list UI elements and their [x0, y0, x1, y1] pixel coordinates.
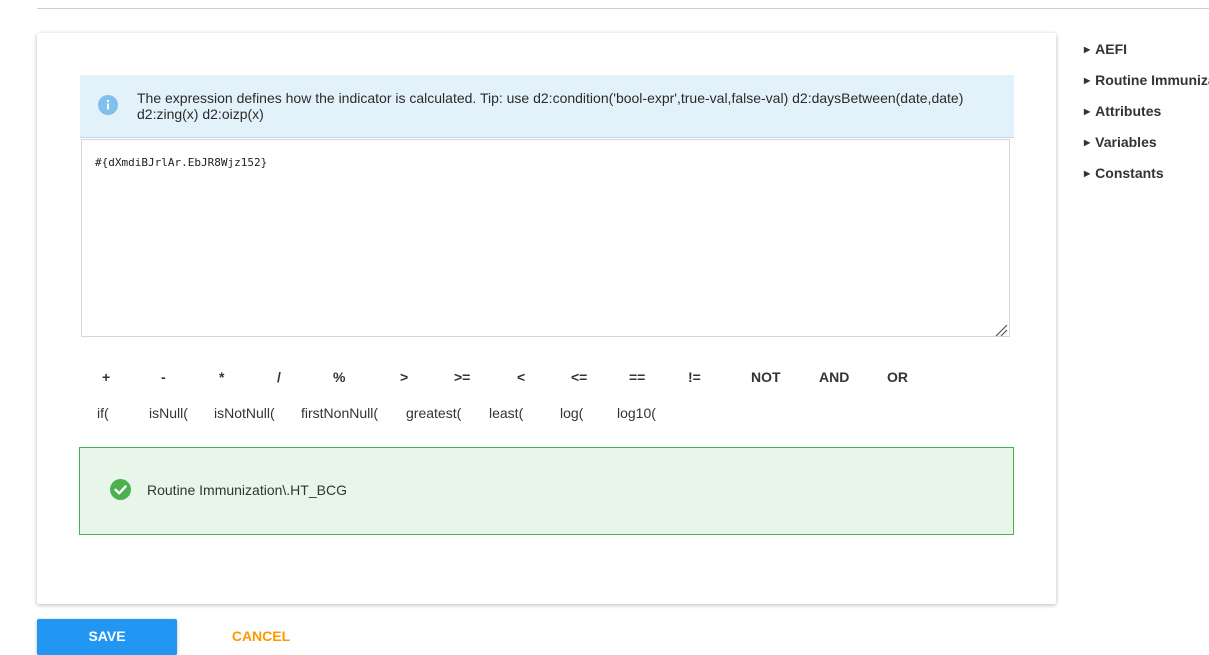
validation-text: Routine Immunization\.HT_BCG	[147, 482, 347, 498]
operator-eq[interactable]: ==	[629, 369, 645, 385]
function-isnotnull[interactable]: isNotNull(	[214, 405, 275, 421]
sidebar-item-label: Attributes	[1095, 103, 1162, 119]
check-circle-icon	[110, 479, 131, 500]
info-banner: The expression defines how the indicator…	[80, 75, 1014, 138]
function-buttons: if( isNull( isNotNull( firstNonNull( gre…	[87, 405, 787, 425]
save-button[interactable]: SAVE	[37, 619, 177, 655]
function-log10[interactable]: log10(	[617, 405, 656, 421]
top-divider	[37, 8, 1209, 9]
caret-right-icon: ▶	[1084, 138, 1091, 147]
sidebar-item-label: AEFI	[1095, 41, 1128, 57]
operator-or[interactable]: OR	[887, 369, 908, 385]
operator-minus[interactable]: -	[161, 369, 166, 385]
sidebar-item-label: Variables	[1095, 134, 1157, 150]
sidebar-item-attributes[interactable]: ▶ Attributes	[1084, 103, 1161, 119]
operator-multiply[interactable]: *	[219, 369, 224, 385]
operator-gt[interactable]: >	[400, 369, 408, 385]
info-text: The expression defines how the indicator…	[137, 90, 964, 122]
sidebar-item-constants[interactable]: ▶ Constants	[1084, 165, 1164, 181]
operator-gte[interactable]: >=	[454, 369, 470, 385]
expression-editor-card: The expression defines how the indicator…	[37, 33, 1056, 604]
sidebar-item-label: Constants	[1095, 165, 1164, 181]
operator-divide[interactable]: /	[277, 369, 281, 385]
function-least[interactable]: least(	[489, 405, 523, 421]
resize-handle-icon[interactable]	[994, 323, 1008, 337]
expression-input[interactable]	[81, 139, 1010, 337]
function-log[interactable]: log(	[560, 405, 583, 421]
sidebar-item-routine-immunization[interactable]: ▶ Routine Immunization	[1084, 72, 1209, 88]
function-if[interactable]: if(	[97, 405, 109, 421]
sidebar-item-aefi[interactable]: ▶ AEFI	[1084, 41, 1127, 57]
function-greatest[interactable]: greatest(	[406, 405, 461, 421]
info-icon	[98, 95, 118, 115]
operator-buttons: + - * / % > >= < <= == != NOT AND OR	[87, 369, 967, 389]
caret-right-icon: ▶	[1084, 107, 1091, 116]
function-firstnonnull[interactable]: firstNonNull(	[301, 405, 378, 421]
cancel-button[interactable]: CANCEL	[210, 619, 312, 655]
operator-lt[interactable]: <	[517, 369, 525, 385]
operator-neq[interactable]: !=	[688, 369, 701, 385]
operator-not[interactable]: NOT	[751, 369, 781, 385]
operator-plus[interactable]: +	[102, 369, 110, 385]
caret-right-icon: ▶	[1084, 169, 1091, 178]
operator-lte[interactable]: <=	[571, 369, 587, 385]
validation-message: Routine Immunization\.HT_BCG	[79, 447, 1014, 535]
operator-modulo[interactable]: %	[333, 369, 345, 385]
operator-and[interactable]: AND	[819, 369, 849, 385]
caret-right-icon: ▶	[1084, 76, 1091, 85]
caret-right-icon: ▶	[1084, 45, 1091, 54]
function-isnull[interactable]: isNull(	[149, 405, 188, 421]
sidebar-item-label: Routine Immunization	[1095, 72, 1209, 88]
sidebar-item-variables[interactable]: ▶ Variables	[1084, 134, 1157, 150]
